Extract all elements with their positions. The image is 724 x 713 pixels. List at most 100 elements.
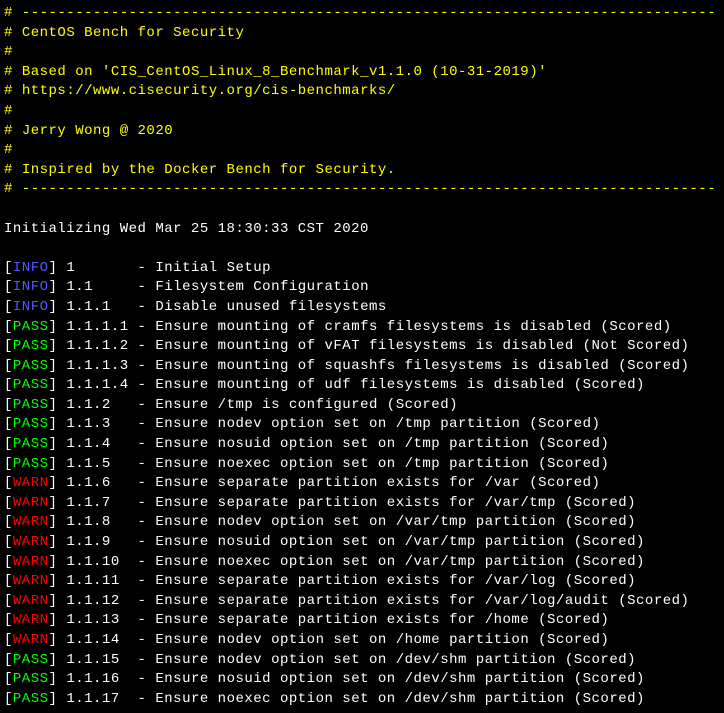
header-url-line: # https://www.cisecurity.org/cis-benchma… [4,82,720,102]
bracket-close: ] [49,691,67,707]
check-description: Ensure mounting of vFAT filesystems is d… [155,338,689,354]
bracket-close: ] [49,377,67,393]
bracket-open: [ [4,495,13,511]
status-tag: PASS [13,377,49,393]
check-row: [WARN] 1.1.12 - Ensure separate partitio… [4,592,720,612]
bracket-close: ] [49,358,67,374]
separator: - [129,299,156,315]
separator: - [129,436,156,452]
check-row: [PASS] 1.1.15 - Ensure nodev option set … [4,651,720,671]
check-description: Ensure separate partition exists for /va… [155,495,636,511]
header-inspired-line: # Inspired by the Docker Bench for Secur… [4,161,720,181]
check-description: Ensure nosuid option set on /var/tmp par… [155,534,645,550]
check-row: [PASS] 1.1.1.3 - Ensure mounting of squa… [4,357,720,377]
separator: - [129,632,156,648]
check-row: [INFO] 1 - Initial Setup [4,259,720,279]
separator: - [129,377,156,393]
bracket-open: [ [4,436,13,452]
check-description: Ensure mounting of udf filesystems is di… [155,377,645,393]
check-id: 1.1.12 [66,593,128,609]
separator: - [129,612,156,628]
bracket-close: ] [49,593,67,609]
bracket-open: [ [4,299,13,315]
bracket-close: ] [49,514,67,530]
bracket-close: ] [49,299,67,315]
check-id: 1.1.15 [66,652,128,668]
separator: - [129,554,156,570]
status-tag: INFO [13,299,49,315]
check-row: [WARN] 1.1.8 - Ensure nodev option set o… [4,513,720,533]
separator: - [129,671,156,687]
bracket-open: [ [4,416,13,432]
check-row: [WARN] 1.1.7 - Ensure separate partition… [4,494,720,514]
bracket-close: ] [49,573,67,589]
check-description: Ensure nosuid option set on /tmp partiti… [155,436,609,452]
separator: - [129,534,156,550]
status-tag: INFO [13,279,49,295]
header-hash-line: # [4,43,720,63]
header-hash-line: # [4,102,720,122]
separator: - [129,514,156,530]
check-description: Ensure noexec option set on /dev/shm par… [155,691,645,707]
separator: - [129,279,156,295]
check-description: Disable unused filesystems [155,299,386,315]
check-id: 1.1.5 [66,456,128,472]
check-description: Ensure separate partition exists for /ho… [155,612,609,628]
separator: - [129,397,156,413]
status-tag: PASS [13,456,49,472]
check-id: 1.1.4 [66,436,128,452]
status-tag: PASS [13,691,49,707]
check-row: [INFO] 1.1.1 - Disable unused filesystem… [4,298,720,318]
check-row: [INFO] 1.1 - Filesystem Configuration [4,278,720,298]
bracket-open: [ [4,652,13,668]
status-tag: PASS [13,671,49,687]
check-id: 1.1.17 [66,691,128,707]
header-author-line: # Jerry Wong @ 2020 [4,122,720,142]
bracket-open: [ [4,279,13,295]
check-id: 1.1.14 [66,632,128,648]
bracket-open: [ [4,514,13,530]
header-dashline-top: # --------------------------------------… [4,4,720,24]
separator: - [129,691,156,707]
separator: - [129,456,156,472]
check-description: Filesystem Configuration [155,279,369,295]
bracket-open: [ [4,612,13,628]
bracket-open: [ [4,691,13,707]
status-tag: PASS [13,416,49,432]
check-id: 1.1.2 [66,397,128,413]
bracket-open: [ [4,554,13,570]
bracket-open: [ [4,475,13,491]
check-id: 1.1.1.2 [66,338,128,354]
check-row: [WARN] 1.1.9 - Ensure nosuid option set … [4,533,720,553]
bracket-open: [ [4,456,13,472]
status-tag: WARN [13,573,49,589]
blank-line [4,239,720,259]
bracket-close: ] [49,397,67,413]
check-id: 1.1.6 [66,475,128,491]
check-id: 1.1.1.1 [66,319,128,335]
status-tag: WARN [13,514,49,530]
check-description: Ensure nodev option set on /home partiti… [155,632,609,648]
bracket-close: ] [49,416,67,432]
check-description: Ensure separate partition exists for /va… [155,573,636,589]
check-id: 1.1.16 [66,671,128,687]
status-tag: INFO [13,260,49,276]
status-tag: WARN [13,475,49,491]
header-hash-line: # [4,141,720,161]
check-id: 1.1.1 [66,299,128,315]
terminal-output: # --------------------------------------… [4,4,720,709]
bracket-open: [ [4,338,13,354]
bracket-open: [ [4,534,13,550]
bracket-open: [ [4,397,13,413]
check-description: Ensure nosuid option set on /dev/shm par… [155,671,645,687]
separator: - [129,652,156,668]
check-row: [PASS] 1.1.1.4 - Ensure mounting of udf … [4,376,720,396]
check-id: 1.1.1.3 [66,358,128,374]
check-row: [WARN] 1.1.6 - Ensure separate partition… [4,474,720,494]
check-row: [PASS] 1.1.17 - Ensure noexec option set… [4,690,720,710]
check-row: [WARN] 1.1.10 - Ensure noexec option set… [4,553,720,573]
check-description: Ensure noexec option set on /var/tmp par… [155,554,645,570]
check-description: Ensure separate partition exists for /va… [155,475,600,491]
separator: - [129,260,156,276]
status-tag: PASS [13,319,49,335]
